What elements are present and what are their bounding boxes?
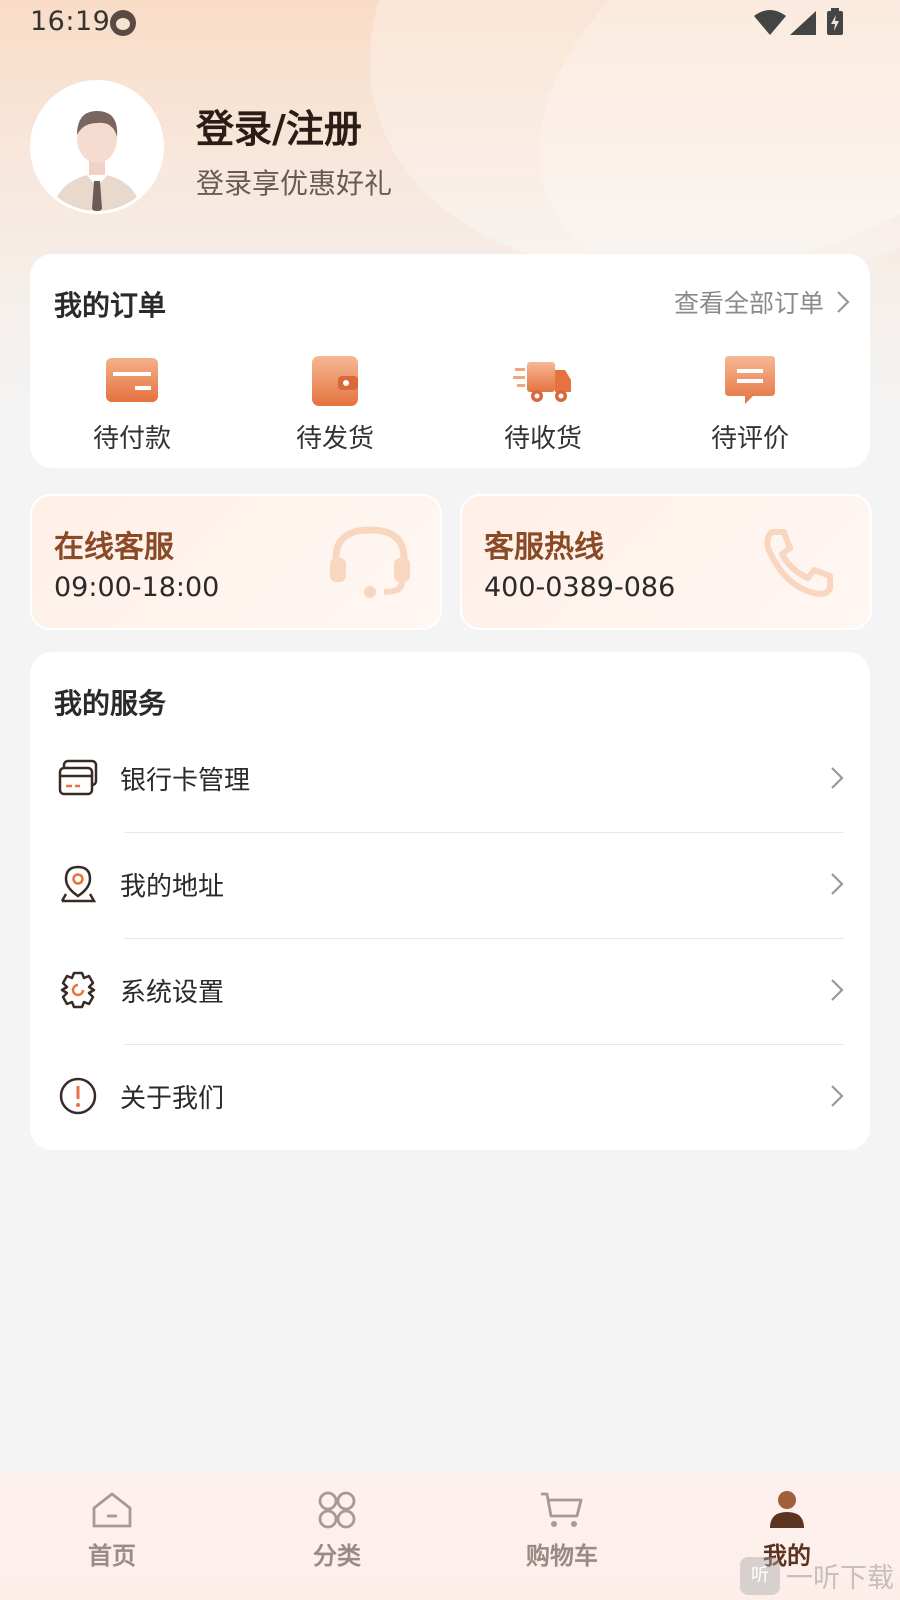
order-pending-shipment-label: 待发货 — [295, 424, 374, 454]
online-service-card[interactable]: 在线客服 09:00-18:00 — [30, 494, 442, 630]
orders-card: 我的订单 查看全部订单 待付款 待发货 待收货 待评价 — [30, 254, 870, 468]
profile-icon — [770, 1491, 804, 1528]
bank-card-icon — [58, 759, 98, 796]
watermark: 听 一听下载 — [740, 1556, 894, 1595]
truck-icon — [513, 362, 571, 402]
order-pending-receipt[interactable]: 待收货 — [463, 354, 623, 455]
order-pending-payment-label: 待付款 — [92, 424, 171, 454]
online-service-title: 在线客服 — [54, 530, 174, 565]
service-settings-label: 系统设置 — [120, 978, 225, 1008]
orders-title: 我的订单 — [54, 289, 167, 322]
avatar[interactable] — [30, 80, 164, 214]
order-pending-review-label: 待评价 — [710, 424, 789, 454]
order-pending-shipment[interactable]: 待发货 — [255, 354, 415, 455]
chevron-right-icon — [837, 291, 850, 313]
chevron-right-icon — [831, 767, 844, 789]
order-pending-review[interactable]: 待评价 — [670, 354, 830, 455]
online-service-hours: 09:00-18:00 — [54, 572, 220, 603]
settings-icon — [60, 971, 96, 1009]
card-icon — [106, 358, 158, 402]
service-bank-card-label: 银行卡管理 — [120, 766, 251, 796]
signal-icon — [790, 11, 816, 35]
chevron-right-icon — [831, 873, 844, 895]
nav-cart-label: 购物车 — [526, 1542, 598, 1570]
service-about[interactable]: 关于我们 — [30, 1044, 870, 1150]
nav-cart[interactable]: 购物车 — [502, 1490, 622, 1571]
wifi-icon — [754, 10, 786, 35]
view-all-orders-link[interactable]: 查看全部订单 — [674, 284, 850, 320]
category-icon — [318, 1491, 356, 1529]
notification-icon — [110, 10, 136, 36]
chevron-right-icon — [831, 1085, 844, 1107]
phone-icon — [764, 529, 833, 597]
login-subtitle: 登录享优惠好礼 — [196, 167, 393, 200]
watermark-logo-icon: 听 — [740, 1556, 780, 1595]
status-time: 16:19 — [30, 6, 111, 37]
cart-icon — [541, 1492, 583, 1527]
status-bar: 16:19 — [0, 0, 900, 48]
watermark-text: 一听下载 — [786, 1563, 894, 1594]
nav-home[interactable]: 首页 — [52, 1490, 172, 1571]
user-avatar-icon — [33, 83, 161, 211]
service-about-label: 关于我们 — [120, 1084, 225, 1114]
wallet-icon — [312, 356, 358, 406]
service-settings[interactable]: 系统设置 — [30, 938, 870, 1044]
nav-category-label: 分类 — [313, 1542, 361, 1570]
nav-home-label: 首页 — [88, 1542, 136, 1570]
order-pending-payment[interactable]: 待付款 — [52, 354, 212, 455]
comment-icon — [725, 356, 775, 404]
hotline-title: 客服热线 — [484, 530, 604, 565]
hotline-card[interactable]: 客服热线 400-0389-086 — [460, 494, 872, 630]
hotline-number: 400-0389-086 — [484, 572, 676, 603]
service-bank-card[interactable]: 银行卡管理 — [30, 726, 870, 832]
order-pending-receipt-label: 待收货 — [503, 424, 582, 454]
info-icon — [59, 1077, 97, 1115]
service-address-label: 我的地址 — [120, 872, 225, 902]
view-all-orders-label: 查看全部订单 — [673, 289, 824, 318]
services-card: 我的服务 银行卡管理 我的地址 系统设置 关于我们 — [30, 652, 870, 1150]
chevron-right-icon — [831, 979, 844, 1001]
service-address[interactable]: 我的地址 — [30, 832, 870, 938]
home-icon — [92, 1492, 132, 1528]
headset-icon — [330, 526, 410, 598]
battery-icon — [827, 8, 843, 35]
services-title: 我的服务 — [54, 687, 167, 720]
login-register-title[interactable]: 登录/注册 — [196, 98, 362, 153]
nav-category[interactable]: 分类 — [277, 1490, 397, 1571]
location-icon — [60, 865, 97, 903]
